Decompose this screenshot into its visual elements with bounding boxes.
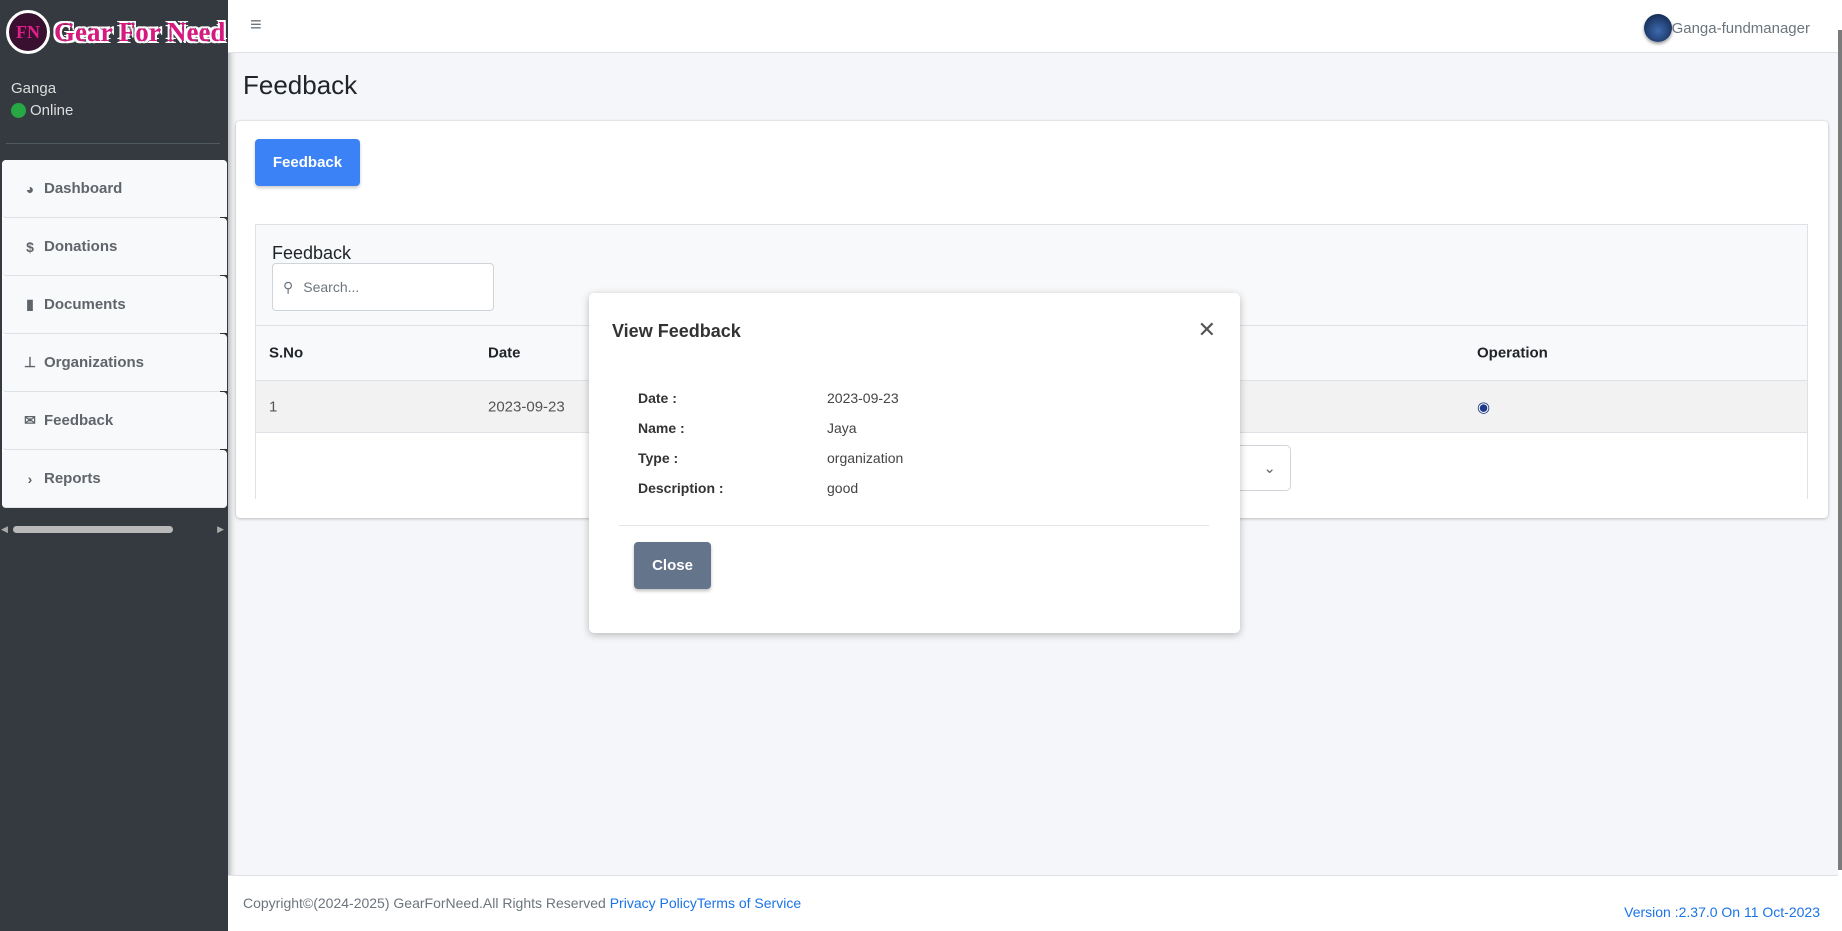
sidebar-item-label: Reports	[44, 470, 101, 487]
file-icon: ▮	[26, 296, 34, 312]
sidebar-menu: ◕ Dashboard $ Donations ▮ Documents ⊥ Organi…	[2, 160, 227, 508]
table-title: Feedback	[272, 243, 352, 263]
field-label: Name :	[638, 420, 685, 436]
sidebar-item-label: Dashboard	[44, 180, 123, 197]
top-navbar: ≡ Ganga-fundmanager	[228, 0, 1838, 53]
field-value: good	[827, 480, 859, 496]
footer: Copyright©(2024-2025) GearForNeed.All Ri…	[228, 875, 1838, 931]
cell-sno: 1	[269, 398, 278, 415]
column-header-operation: Operation	[1477, 344, 1548, 362]
field-value: organization	[827, 450, 904, 466]
sidebar-user-name: Ganga	[11, 80, 57, 97]
search-icon: ⚲	[283, 278, 294, 295]
chevron-right-icon: ›	[27, 470, 33, 487]
sidebar-item-label: Organizations	[44, 354, 145, 371]
field-label: Date :	[638, 390, 677, 406]
sidebar-horizontal-scrollbar[interactable]: ◀ ▶	[0, 524, 228, 536]
version-text: Version :2.37.0 On 11 Oct-2023	[1624, 904, 1820, 920]
user-menu[interactable]: Ganga-fundmanager	[1643, 14, 1810, 42]
online-dot-icon	[11, 103, 26, 118]
chart-pie-icon: ◕	[25, 180, 35, 197]
sidebar-item-label: Donations	[44, 238, 118, 255]
field-value: Jaya	[827, 420, 857, 436]
feedback-button[interactable]: Feedback	[255, 139, 360, 186]
divider	[6, 143, 220, 144]
terms-link[interactable]: Terms of Service	[697, 895, 801, 911]
user-name: Ganga-fundmanager	[1671, 19, 1810, 37]
sidebar-item-label: Documents	[44, 296, 126, 313]
hamburger-menu-icon[interactable]: ≡	[250, 14, 262, 37]
sidebar-item-reports[interactable]: › Reports	[2, 450, 227, 508]
status-text: Online	[30, 102, 74, 119]
logo[interactable]: FN Gear For Need	[6, 10, 225, 54]
close-button[interactable]: Close	[634, 542, 711, 589]
donate-icon: $	[26, 238, 34, 255]
sidebar-item-donations[interactable]: $ Donations	[2, 218, 227, 279]
divider	[619, 525, 1209, 526]
modal-title: View Feedback	[612, 321, 741, 341]
sidebar-item-feedback[interactable]: ✉ Feedback	[2, 392, 227, 453]
sitemap-icon: ⊥	[23, 354, 37, 370]
field-name: Name : Jaya	[638, 420, 857, 436]
search-placeholder: Search...	[303, 279, 360, 295]
sidebar-item-label: Feedback	[44, 412, 114, 429]
sidebar-item-documents[interactable]: ▮ Documents	[2, 276, 227, 337]
user-status: Online	[11, 102, 73, 119]
field-value: 2023-09-23	[827, 390, 899, 406]
column-header-sno: S.No	[269, 344, 304, 362]
search-input[interactable]: ⚲ Search...	[272, 263, 494, 311]
field-type: Type : organization	[638, 450, 903, 466]
copyright-text: Copyright©(2024-2025) GearForNeed.All Ri…	[243, 895, 610, 911]
privacy-policy-link[interactable]: Privacy Policy	[610, 895, 697, 911]
chevron-down-icon: ⌄	[1263, 460, 1276, 477]
field-date: Date : 2023-09-23	[638, 390, 899, 406]
eye-icon[interactable]: ◉	[1477, 398, 1490, 416]
column-header-date: Date	[488, 344, 521, 362]
sidebar: FN Gear For Need Ganga Online ◕ Dashboard…	[0, 0, 228, 931]
envelope-icon: ✉	[24, 412, 36, 428]
scroll-right-icon[interactable]: ▶	[217, 524, 224, 535]
scrollbar-thumb[interactable]	[13, 526, 173, 533]
sidebar-item-dashboard[interactable]: ◕ Dashboard	[2, 160, 227, 221]
logo-mark: FN	[6, 10, 50, 54]
scroll-left-icon[interactable]: ◀	[1, 524, 8, 535]
page-title: Feedback	[243, 70, 358, 100]
sidebar-item-organizations[interactable]: ⊥ Organizations	[2, 334, 227, 395]
view-feedback-modal: View Feedback ✕ Date : 2023-09-23 Name : J…	[589, 293, 1240, 633]
field-description: Description : good	[638, 480, 858, 496]
close-icon[interactable]: ✕	[1198, 317, 1216, 343]
cell-date: 2023-09-23	[488, 398, 565, 415]
avatar	[1643, 14, 1672, 42]
field-label: Type :	[638, 450, 679, 466]
field-label: Description :	[638, 480, 724, 496]
scrollbar-thumb[interactable]	[1838, 30, 1842, 870]
page-scrollbar[interactable]	[1838, 0, 1842, 931]
logo-text: Gear For Need	[54, 16, 226, 47]
